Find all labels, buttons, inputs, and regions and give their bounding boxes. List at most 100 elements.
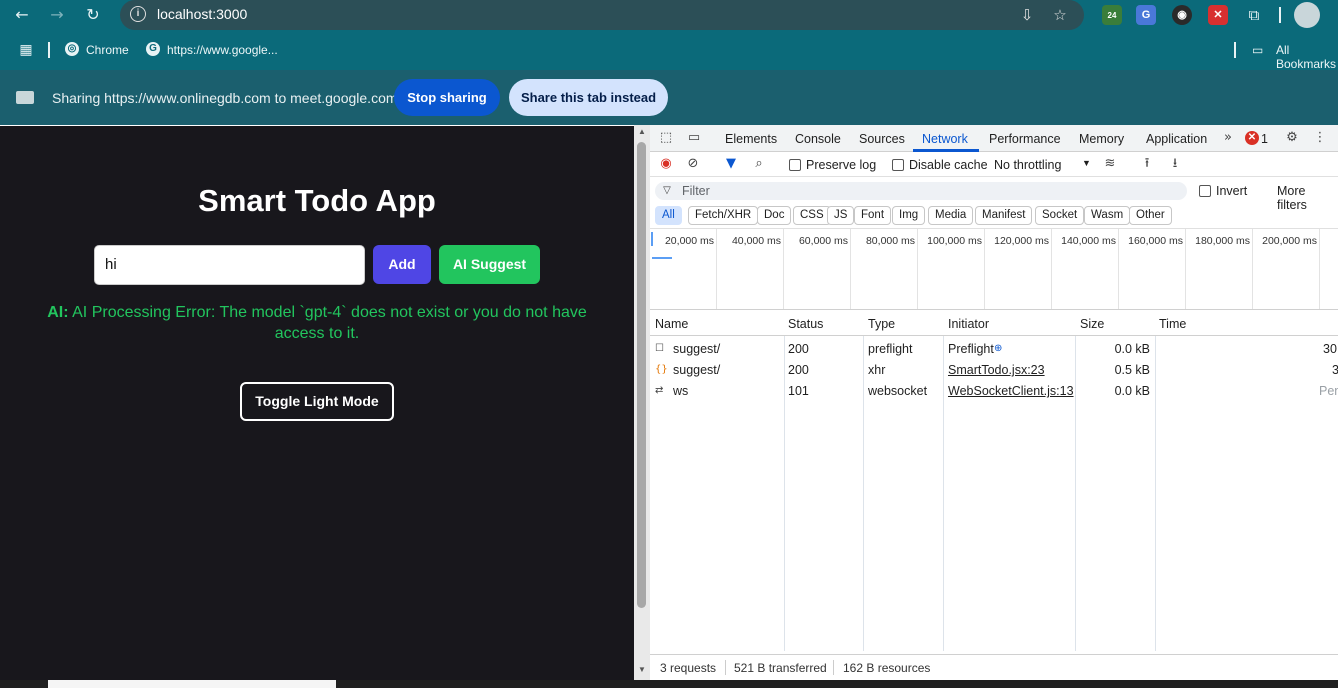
chip-font[interactable]: Font bbox=[854, 206, 892, 225]
network-conditions-icon[interactable]: ≋ bbox=[1101, 155, 1119, 173]
share-this-tab-button[interactable]: Share this tab instead bbox=[509, 79, 668, 116]
chip-img[interactable]: Img bbox=[892, 206, 926, 225]
todo-input[interactable]: hi bbox=[94, 245, 365, 285]
table-row[interactable]: ☐ suggest/ 200 preflight Preflight ⊕ 0.0… bbox=[650, 338, 1338, 359]
network-requests-table: Name Status Type Initiator Size Time ☐ s… bbox=[650, 311, 1338, 651]
column-header-size[interactable]: Size bbox=[1080, 317, 1104, 331]
translate-extension-icon[interactable]: G bbox=[1136, 5, 1156, 25]
chip-doc[interactable]: Doc bbox=[757, 206, 792, 225]
extensions-puzzle-icon[interactable]: ⧉ bbox=[1244, 5, 1264, 25]
filter-input[interactable]: ▽ Filter bbox=[655, 182, 1187, 200]
toggle-light-mode-button[interactable]: Toggle Light Mode bbox=[240, 382, 394, 421]
disable-cache-checkbox[interactable] bbox=[892, 159, 904, 171]
tab-memory[interactable]: Memory bbox=[1079, 132, 1124, 146]
tab-elements[interactable]: Elements bbox=[725, 132, 777, 146]
profile-avatar[interactable] bbox=[1294, 2, 1320, 28]
request-time: Pen bbox=[1319, 384, 1338, 398]
device-toolbar-icon[interactable]: ▭ bbox=[685, 129, 703, 147]
adblock-extension-icon[interactable]: ✕ bbox=[1208, 5, 1228, 25]
table-header: Name Status Type Initiator Size Time bbox=[650, 311, 1338, 336]
column-header-initiator[interactable]: Initiator bbox=[948, 317, 989, 331]
filter-placeholder: Filter bbox=[682, 184, 710, 198]
network-overview-timeline[interactable]: 20,000 ms 40,000 ms 60,000 ms 80,000 ms … bbox=[650, 229, 1338, 310]
timeline-tick-label: 100,000 ms bbox=[927, 235, 982, 247]
settings-gear-icon[interactable]: ⚙ bbox=[1283, 129, 1301, 147]
error-count[interactable]: 1 bbox=[1261, 132, 1268, 146]
sharing-message: Sharing https://www.onlinegdb.com to mee… bbox=[52, 90, 398, 106]
chip-socket[interactable]: Socket bbox=[1035, 206, 1085, 225]
tab-application[interactable]: Application bbox=[1146, 132, 1207, 146]
column-header-time[interactable]: Time bbox=[1159, 317, 1186, 331]
dropdown-arrow-icon[interactable]: ▼ bbox=[1082, 158, 1091, 168]
inspect-element-icon[interactable]: ⬚ bbox=[657, 129, 675, 147]
chip-wasm[interactable]: Wasm bbox=[1084, 206, 1131, 225]
scroll-down-icon[interactable]: ▼ bbox=[638, 665, 646, 674]
os-taskbar bbox=[0, 680, 1338, 688]
weather-extension-icon[interactable]: 24 bbox=[1102, 5, 1122, 25]
stop-sharing-button[interactable]: Stop sharing bbox=[394, 79, 500, 116]
more-options-icon[interactable]: ⋮ bbox=[1311, 129, 1329, 147]
bookmark-google[interactable]: https://www.google... bbox=[167, 43, 278, 57]
site-info-icon[interactable]: i bbox=[130, 6, 146, 22]
chip-fetch-xhr[interactable]: Fetch/XHR bbox=[688, 206, 759, 225]
chip-js[interactable]: JS bbox=[827, 206, 855, 225]
app-viewport: Smart Todo App hi Add AI Suggest AI: AI … bbox=[0, 125, 634, 680]
more-tabs-chevron-icon[interactable]: » bbox=[1219, 129, 1237, 147]
bookmark-star-icon[interactable]: ☆ bbox=[1050, 5, 1070, 25]
column-header-name[interactable]: Name bbox=[655, 317, 688, 331]
ai-suggest-button[interactable]: AI Suggest bbox=[439, 245, 540, 284]
chip-css[interactable]: CSS bbox=[793, 206, 831, 225]
bookmark-chrome[interactable]: Chrome bbox=[86, 43, 129, 57]
filter-funnel-icon[interactable]: ▼ bbox=[722, 155, 740, 173]
google-icon: G bbox=[146, 42, 160, 56]
all-bookmarks[interactable]: All Bookmarks bbox=[1276, 43, 1338, 71]
apps-grid-icon[interactable]: ▦ bbox=[15, 39, 37, 61]
table-row[interactable]: {} suggest/ 200 xhr SmartTodo.jsx:23 0.5… bbox=[650, 359, 1338, 380]
table-row[interactable]: ⇄ ws 101 websocket WebSocketClient.js:13… bbox=[650, 380, 1338, 401]
error-icon[interactable]: ✕ bbox=[1245, 131, 1259, 145]
address-url[interactable]: localhost:3000 bbox=[157, 6, 247, 22]
chip-all[interactable]: All bbox=[655, 206, 682, 225]
preflight-info-icon[interactable]: ⊕ bbox=[994, 343, 1002, 354]
preserve-log-checkbox[interactable] bbox=[789, 159, 801, 171]
invert-checkbox[interactable] bbox=[1199, 185, 1211, 197]
extension-icon[interactable]: ◉ bbox=[1172, 5, 1192, 25]
address-bar[interactable]: i localhost:3000 ⇩ ☆ bbox=[120, 0, 1084, 30]
request-status: 101 bbox=[788, 384, 809, 398]
export-har-icon[interactable]: ⭳ bbox=[1166, 155, 1184, 173]
import-har-icon[interactable]: ⭱ bbox=[1138, 155, 1156, 173]
request-time: 30 bbox=[1323, 342, 1337, 356]
clear-icon[interactable]: ⊘ bbox=[684, 155, 702, 173]
ai-error-text: AI Processing Error: The model `gpt-4` d… bbox=[72, 304, 587, 342]
resources-size: 162 B resources bbox=[843, 661, 931, 675]
request-name[interactable]: suggest/ bbox=[673, 363, 720, 377]
request-initiator-link[interactable]: SmartTodo.jsx:23 bbox=[948, 363, 1045, 377]
scroll-up-icon[interactable]: ▲ bbox=[638, 127, 646, 136]
tab-console[interactable]: Console bbox=[795, 132, 841, 146]
tab-performance[interactable]: Performance bbox=[989, 132, 1061, 146]
page-scrollbar[interactable]: ▲ ▼ bbox=[634, 125, 650, 680]
throttling-select[interactable]: No throttling bbox=[994, 158, 1061, 172]
record-stop-icon[interactable]: ◉ bbox=[657, 155, 675, 173]
add-button[interactable]: Add bbox=[373, 245, 431, 284]
chip-manifest[interactable]: Manifest bbox=[975, 206, 1033, 225]
bookmarks-bar: ▦ ◎ Chrome G https://www.google... ▭ All… bbox=[0, 30, 1338, 71]
column-header-type[interactable]: Type bbox=[868, 317, 895, 331]
forward-arrow-icon[interactable]: → bbox=[46, 4, 68, 26]
chip-other[interactable]: Other bbox=[1129, 206, 1172, 225]
request-type: xhr bbox=[868, 363, 886, 377]
column-header-status[interactable]: Status bbox=[788, 317, 823, 331]
taskbar-preview[interactable] bbox=[48, 680, 336, 688]
tab-sources[interactable]: Sources bbox=[859, 132, 905, 146]
search-icon[interactable]: ⌕ bbox=[750, 155, 768, 173]
request-name[interactable]: suggest/ bbox=[673, 342, 720, 356]
request-initiator-link[interactable]: WebSocketClient.js:13 bbox=[948, 384, 1074, 398]
summary-divider bbox=[833, 660, 834, 675]
request-name[interactable]: ws bbox=[673, 384, 688, 398]
chip-media[interactable]: Media bbox=[928, 206, 974, 225]
reload-icon[interactable]: ↻ bbox=[82, 4, 104, 26]
scrollbar-thumb[interactable] bbox=[637, 142, 646, 608]
tab-network[interactable]: Network bbox=[922, 132, 968, 146]
install-app-icon[interactable]: ⇩ bbox=[1017, 5, 1037, 25]
back-arrow-icon[interactable]: ← bbox=[11, 4, 33, 26]
